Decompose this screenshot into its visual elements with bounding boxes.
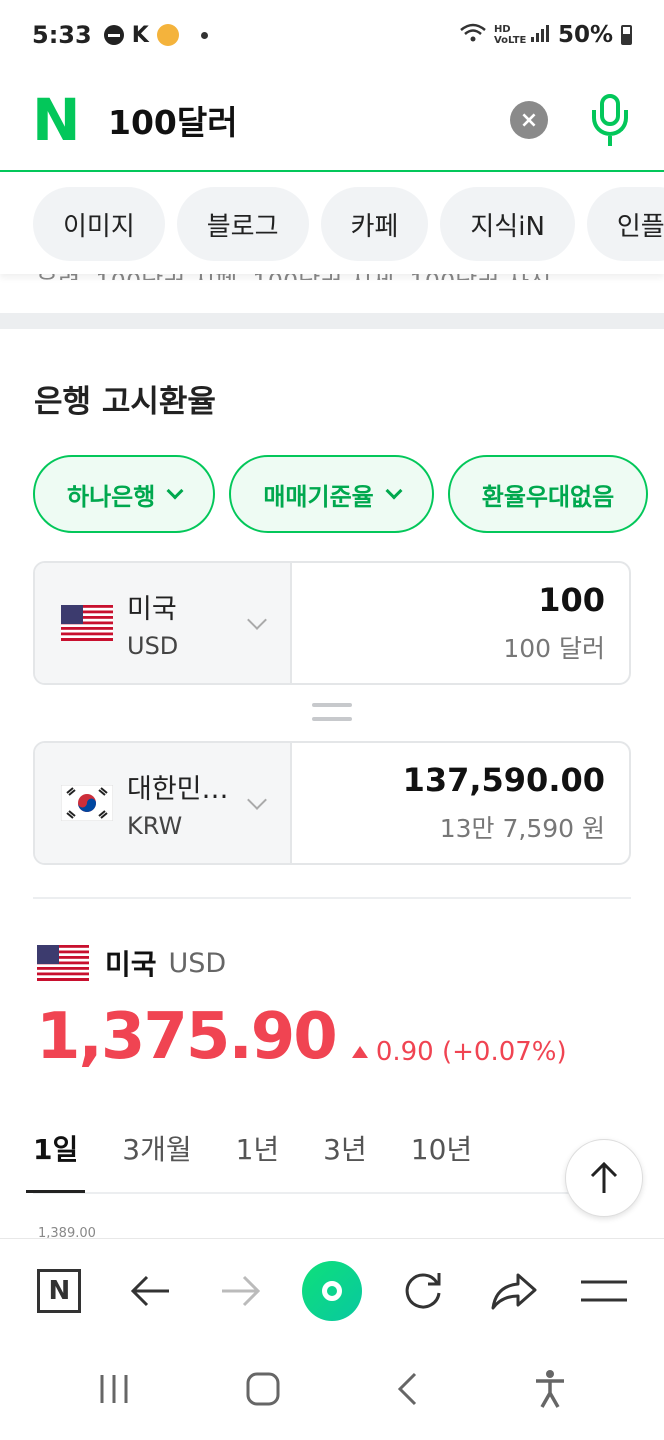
search-input[interactable]: 100달러 xyxy=(108,96,238,144)
period-tab-3y[interactable]: 3년 xyxy=(323,1120,367,1192)
to-currency-name: 대한민… xyxy=(127,773,229,805)
rate-type-chip[interactable]: 매매기준율 xyxy=(229,455,434,533)
section-title: 은행 고시환율 xyxy=(34,384,216,420)
back-arrow-icon xyxy=(131,1275,170,1306)
divider xyxy=(33,897,631,899)
rate-country: 미국 xyxy=(105,948,157,981)
preference-chip[interactable]: 환율우대없음 xyxy=(447,455,649,533)
to-currency-code: KRW xyxy=(127,811,183,840)
period-tab-1d[interactable]: 1일 xyxy=(25,1120,86,1193)
us-flag-icon xyxy=(61,605,113,641)
refresh-icon xyxy=(405,1272,441,1308)
tab-kin[interactable]: 지식iN xyxy=(440,187,575,261)
period-tab-3m[interactable]: 3개월 xyxy=(122,1120,191,1192)
rate-header: 미국 USD xyxy=(37,943,226,983)
filter-chips: 하나은행 매매기준율 환율우대없음 xyxy=(33,455,649,533)
home-icon xyxy=(246,1372,280,1406)
back-icon xyxy=(397,1372,417,1406)
system-navigation-bar xyxy=(0,1342,664,1440)
to-amount-field[interactable]: 137,590.00 13만 7,590 원 xyxy=(292,743,629,863)
search-category-tabs: 이미지 블로그 카페 지식iN 인플 xyxy=(0,174,664,274)
signal-icon xyxy=(530,23,550,47)
share-icon xyxy=(491,1273,537,1309)
tab-cafe[interactable]: 카페 xyxy=(320,187,429,261)
browser-toolbar: N xyxy=(0,1238,664,1342)
chart-axis-label: 1,389.00 xyxy=(38,1226,96,1238)
status-bar: 5:33 K HD VoLTE 50% xyxy=(0,0,664,70)
home-button[interactable] xyxy=(245,1371,281,1411)
from-currency-box: 미국 USD 100 100 달러 xyxy=(33,561,631,685)
chevron-down-icon xyxy=(385,482,403,500)
accessibility-button[interactable] xyxy=(533,1369,567,1413)
period-tab-1y[interactable]: 1년 xyxy=(236,1120,280,1192)
to-amount: 137,590.00 xyxy=(402,761,605,799)
exchange-rate-value: 1,375.90 xyxy=(36,1000,338,1074)
green-dot-button[interactable] xyxy=(301,1260,362,1321)
green-dot-icon xyxy=(301,1260,362,1321)
battery-icon xyxy=(621,25,632,45)
rate-type-label: 매매기준율 xyxy=(263,482,374,511)
app-notification-icon: K xyxy=(131,22,149,48)
from-currency-code: USD xyxy=(127,631,179,660)
from-amount-text: 100 달러 xyxy=(503,634,605,663)
search-header: N 100달러 × xyxy=(0,70,664,172)
wifi-icon xyxy=(460,22,486,48)
system-back-button[interactable] xyxy=(395,1371,419,1411)
more-notifications-dot xyxy=(200,31,208,39)
clear-search-button[interactable]: × xyxy=(510,101,548,139)
bank-select-chip[interactable]: 하나은행 xyxy=(33,455,216,533)
naver-home-icon: N xyxy=(37,1268,82,1313)
status-time: 5:33 xyxy=(32,21,92,49)
battery-percent: 50% xyxy=(557,22,613,48)
accessibility-icon xyxy=(536,1370,564,1408)
rate-change-text: 0.90 (+0.07%) xyxy=(375,1037,567,1067)
app-badge-icon xyxy=(156,24,179,46)
forward-arrow-icon xyxy=(222,1275,261,1306)
from-currency-name: 미국 xyxy=(127,593,177,625)
up-triangle-icon xyxy=(351,1046,368,1058)
tab-blog[interactable]: 블로그 xyxy=(176,187,309,261)
back-button[interactable] xyxy=(120,1261,180,1321)
arrow-up-icon xyxy=(590,1161,618,1193)
menu-button[interactable] xyxy=(574,1261,634,1321)
rate-line: 1,375.90 0.90 (+0.07%) xyxy=(36,1000,567,1074)
recent-apps-icon xyxy=(100,1375,128,1403)
kr-flag-icon xyxy=(61,785,113,821)
menu-icon xyxy=(581,1280,628,1301)
network-label: HD VoLTE xyxy=(493,24,527,46)
rate-change: 0.90 (+0.07%) xyxy=(351,1037,567,1067)
tab-people[interactable]: 인플 xyxy=(586,187,664,261)
do-not-disturb-icon xyxy=(103,25,124,45)
microphone-icon[interactable] xyxy=(588,92,632,148)
recent-apps-button[interactable] xyxy=(97,1372,131,1410)
chevron-down-icon xyxy=(166,482,184,500)
bank-select-label: 하나은행 xyxy=(67,482,156,511)
from-amount-field[interactable]: 100 100 달러 xyxy=(292,563,629,683)
preference-label: 환율우대없음 xyxy=(481,482,615,511)
period-tabs: 1일 3개월 1년 3년 10년 xyxy=(25,1120,631,1194)
forward-button[interactable] xyxy=(211,1261,271,1321)
to-currency-box: 대한민… KRW 137,590.00 13만 7,590 원 xyxy=(33,741,631,865)
us-flag-icon xyxy=(37,945,89,981)
section-divider xyxy=(0,313,664,329)
share-button[interactable] xyxy=(484,1261,544,1321)
to-amount-text: 13만 7,590 원 xyxy=(439,814,605,843)
chevron-down-icon xyxy=(247,610,267,630)
naver-logo[interactable]: N xyxy=(32,91,84,149)
refresh-button[interactable] xyxy=(393,1261,453,1321)
naver-home-button[interactable]: N xyxy=(29,1261,89,1321)
to-currency-select[interactable]: 대한민… KRW xyxy=(35,743,292,863)
chevron-down-icon xyxy=(247,790,267,810)
equals-icon xyxy=(312,703,352,723)
rate-code: USD xyxy=(168,947,227,979)
from-amount: 100 xyxy=(538,581,605,619)
tab-images[interactable]: 이미지 xyxy=(33,187,165,261)
period-tab-10y[interactable]: 10년 xyxy=(411,1120,472,1192)
from-currency-select[interactable]: 미국 USD xyxy=(35,563,292,683)
scroll-to-top-button[interactable] xyxy=(565,1139,643,1217)
